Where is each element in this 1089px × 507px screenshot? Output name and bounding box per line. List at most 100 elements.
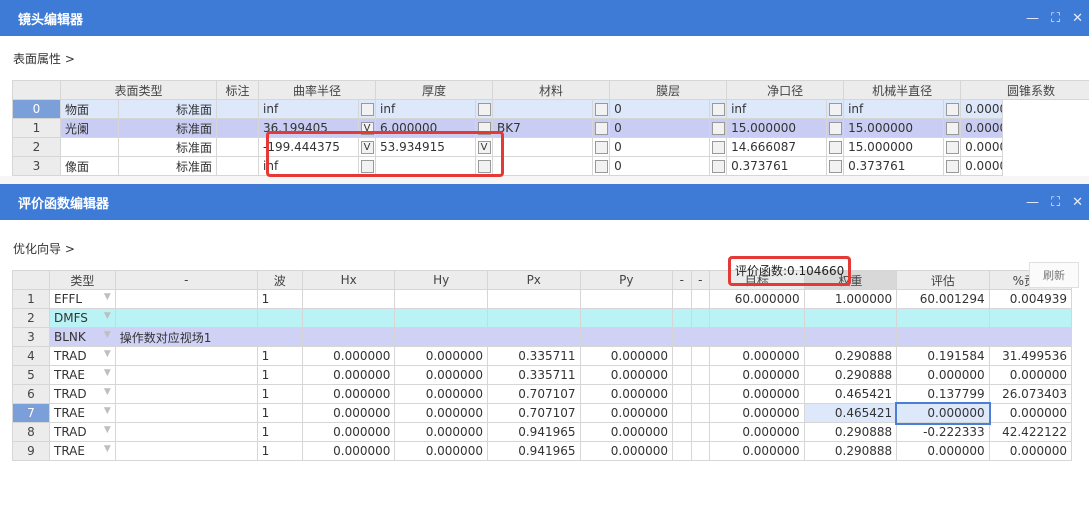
solve-marker[interactable] — [711, 159, 725, 173]
row-number[interactable]: 1 — [12, 118, 61, 138]
surface-type[interactable]: 标准面 — [117, 156, 218, 176]
wave-cell[interactable]: 1 — [256, 365, 303, 385]
px-cell[interactable]: 0.707107 — [486, 403, 581, 423]
row-number[interactable]: 2 — [12, 137, 61, 157]
wave-cell[interactable]: 1 — [256, 441, 303, 461]
conic-cell[interactable]: 0.000000 — [960, 137, 1004, 157]
hx-cell[interactable]: 0.000000 — [301, 403, 396, 423]
wave-cell[interactable] — [256, 308, 303, 328]
close-icon[interactable]: ✕ — [1072, 11, 1083, 26]
col-value[interactable]: 评估 — [896, 270, 990, 290]
material-solve-box[interactable] — [592, 99, 611, 119]
mech-semi-dia-cell[interactable]: 0.373761 — [843, 156, 945, 176]
hy-cell[interactable]: 0.000000 — [394, 403, 488, 423]
table-row[interactable]: 6 TRAD ▼ 1 0.000000 0.000000 0.707107 0.000000 0… — [12, 384, 1073, 404]
target-cell[interactable]: 0.000000 — [709, 422, 805, 442]
contribution-cell[interactable] — [988, 308, 1073, 328]
weight-cell[interactable]: 0.290888 — [803, 365, 898, 385]
col-material[interactable]: 材料 — [492, 80, 611, 100]
contribution-cell[interactable] — [988, 327, 1073, 347]
hx-cell[interactable]: 0.000000 — [301, 422, 396, 442]
blank-cell[interactable] — [672, 441, 692, 461]
solve-marker[interactable] — [828, 121, 842, 135]
coating-cell[interactable]: 0 — [609, 99, 711, 119]
radius-solve-box[interactable] — [358, 99, 377, 119]
material-solve-box[interactable] — [592, 118, 611, 138]
hy-cell[interactable]: 0.000000 — [394, 346, 488, 366]
surface-name[interactable]: 像面 — [60, 156, 119, 176]
coating-solve-box[interactable] — [709, 156, 728, 176]
comment-cell[interactable] — [114, 289, 258, 309]
col-dash-2[interactable]: - — [672, 270, 692, 290]
solve-marker[interactable] — [711, 140, 725, 154]
py-cell[interactable] — [579, 308, 674, 328]
table-row[interactable]: 8 TRAD ▼ 1 0.000000 0.000000 0.941965 0.000000 0… — [12, 422, 1073, 442]
clear-aperture-cell[interactable]: 14.666087 — [726, 137, 828, 157]
dropdown-icon[interactable]: ▼ — [104, 425, 111, 435]
solve-marker[interactable] — [594, 159, 608, 173]
py-cell[interactable]: 0.000000 — [579, 422, 674, 442]
wave-cell[interactable]: 1 — [256, 346, 303, 366]
row-number[interactable]: 8 — [12, 422, 50, 442]
solve-marker[interactable] — [711, 102, 725, 116]
col-coating[interactable]: 膜层 — [609, 80, 728, 100]
table-row[interactable]: 3 BLNK ▼ 操作数对应视场1 — [12, 327, 1073, 347]
blank-cell[interactable] — [672, 289, 692, 309]
operand-type[interactable]: TRAE ▼ — [49, 403, 116, 423]
px-cell[interactable] — [486, 327, 581, 347]
surface-name[interactable] — [60, 137, 119, 157]
coating-cell[interactable]: 0 — [609, 156, 711, 176]
clear-aperture-cell[interactable]: 0.373761 — [726, 156, 828, 176]
material-solve-box[interactable] — [592, 137, 611, 157]
surface-note[interactable] — [216, 137, 260, 157]
value-cell[interactable] — [896, 327, 990, 347]
blank-cell[interactable] — [690, 365, 711, 385]
solve-marker[interactable] — [945, 102, 959, 116]
contribution-cell[interactable]: 0.000000 — [988, 441, 1073, 461]
mech-semi-dia-cell[interactable]: inf — [843, 99, 945, 119]
row-number[interactable]: 4 — [12, 346, 50, 366]
blank-cell[interactable] — [690, 346, 711, 366]
px-cell[interactable]: 0.335711 — [486, 365, 581, 385]
material-cell[interactable] — [492, 99, 594, 119]
maximize-icon[interactable]: ⛶ — [1051, 195, 1060, 210]
mech-solve-box[interactable] — [943, 99, 962, 119]
target-cell[interactable]: 0.000000 — [709, 441, 805, 461]
value-cell[interactable]: 0.137799 — [896, 384, 990, 404]
weight-cell[interactable]: 0.290888 — [803, 346, 898, 366]
breadcrumb-label[interactable]: 优化向导 > — [13, 240, 75, 257]
dropdown-icon[interactable]: ▼ — [104, 311, 111, 321]
clear-aperture-cell[interactable]: inf — [726, 99, 828, 119]
refresh-button[interactable]: 刷新 — [1029, 262, 1079, 288]
solve-marker[interactable] — [594, 140, 608, 154]
px-cell[interactable]: 0.335711 — [486, 346, 581, 366]
col-mech-semi-dia[interactable]: 机械半直径 — [843, 80, 962, 100]
hx-cell[interactable]: 0.000000 — [301, 365, 396, 385]
operand-type[interactable]: TRAD ▼ — [49, 384, 116, 404]
value-cell[interactable]: 0.000000 — [896, 365, 990, 385]
contribution-cell[interactable]: 0.004939 — [988, 289, 1073, 309]
weight-cell[interactable]: 1.000000 — [803, 289, 898, 309]
py-cell[interactable] — [579, 327, 674, 347]
blank-cell[interactable] — [690, 403, 711, 423]
hx-cell[interactable] — [301, 327, 396, 347]
dropdown-icon[interactable]: ▼ — [104, 292, 111, 302]
px-cell[interactable]: 0.941965 — [486, 441, 581, 461]
operand-type[interactable]: DMFS ▼ — [49, 308, 116, 328]
target-cell[interactable]: 0.000000 — [709, 346, 805, 366]
contribution-cell[interactable]: 26.073403 — [988, 384, 1073, 404]
minimize-icon[interactable]: — — [1026, 195, 1039, 210]
col-type[interactable]: 类型 — [49, 270, 116, 290]
wave-cell[interactable]: 1 — [256, 403, 303, 423]
optimization-wizard-breadcrumb[interactable]: 优化向导 > — [0, 220, 1089, 270]
radius-cell[interactable]: inf — [258, 99, 360, 119]
blank-cell[interactable] — [690, 422, 711, 442]
col-py[interactable]: Py — [579, 270, 674, 290]
solve-marker[interactable] — [711, 121, 725, 135]
value-cell[interactable] — [896, 308, 990, 328]
clear-solve-box[interactable] — [826, 118, 845, 138]
clear-solve-box[interactable] — [826, 156, 845, 176]
solve-marker[interactable] — [594, 102, 608, 116]
blank-cell[interactable] — [690, 308, 711, 328]
col-px[interactable]: Px — [486, 270, 581, 290]
